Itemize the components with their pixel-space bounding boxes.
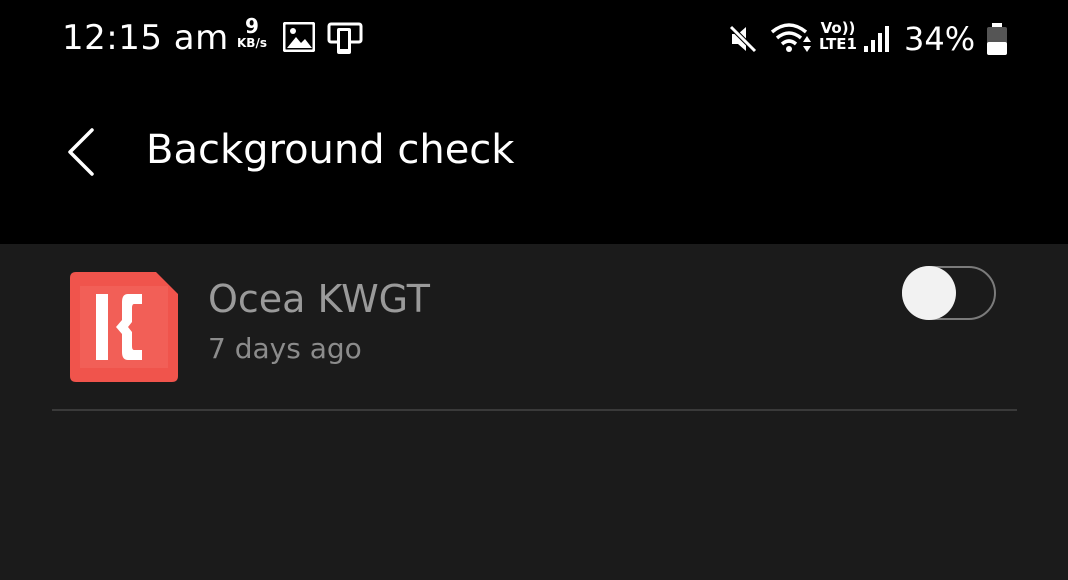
- battery-percent: 34%: [904, 20, 976, 58]
- toggle-knob: [902, 266, 956, 320]
- network-speed: 9 KB/s: [232, 16, 272, 50]
- screen-mirror-icon: [327, 22, 363, 54]
- app-toggle-switch[interactable]: [902, 266, 996, 320]
- app-kwgt-icon: [70, 272, 178, 382]
- app-name: Ocea KWGT: [208, 277, 430, 321]
- image-icon: [283, 22, 315, 52]
- mute-icon: [728, 24, 758, 54]
- status-bar: 12:15 am 9 KB/s Vo)) LTE1 34%: [0, 0, 1068, 80]
- volte-label-bottom: LTE1: [819, 35, 857, 53]
- volte-icon: Vo)) LTE1: [816, 20, 860, 52]
- signal-icon: [864, 26, 889, 52]
- battery-icon: [987, 23, 1007, 55]
- network-speed-value: 9: [245, 14, 259, 38]
- chevron-left-icon[interactable]: [62, 126, 98, 178]
- page-title: Background check: [146, 127, 515, 173]
- app-last-used: 7 days ago: [208, 332, 362, 365]
- volte-label-top: Vo)): [820, 19, 856, 37]
- network-speed-unit: KB/s: [237, 36, 267, 50]
- status-time: 12:15 am: [62, 18, 229, 58]
- divider: [52, 409, 1017, 411]
- wifi-icon: [770, 23, 811, 52]
